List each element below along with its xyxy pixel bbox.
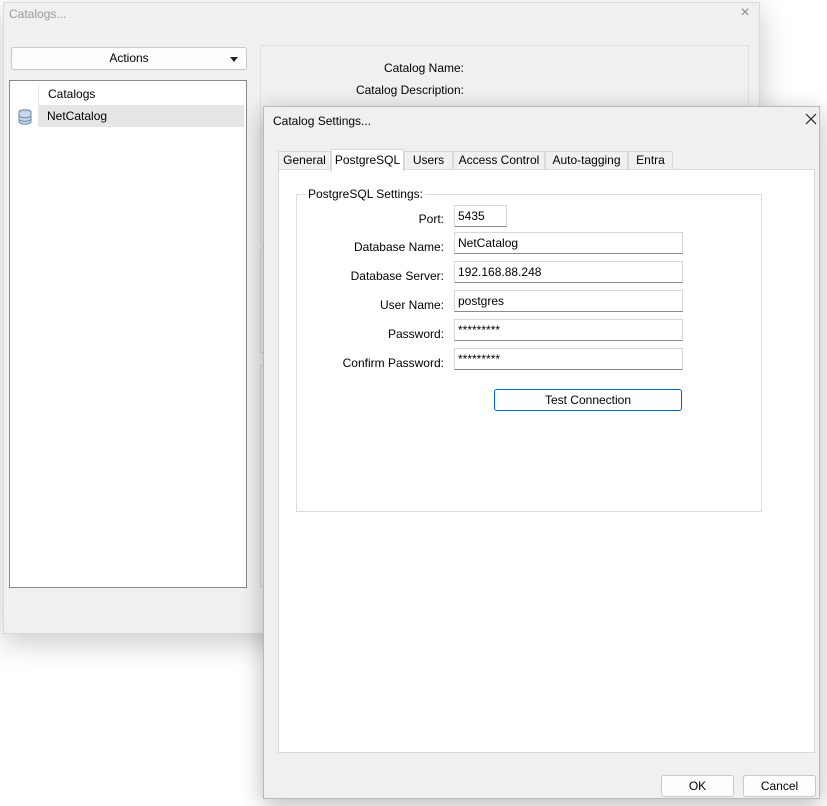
database-icon (18, 109, 32, 125)
ok-button[interactable]: OK (661, 775, 734, 797)
confirm-password-input[interactable] (454, 348, 683, 370)
database-name-label: Database Name: (353, 240, 444, 254)
user-name-input[interactable] (454, 290, 683, 312)
caret-down-icon (230, 57, 238, 62)
dialog-title: Catalog Settings... (273, 114, 372, 128)
catalog-description-label: Catalog Description: (355, 83, 464, 97)
user-name-label: User Name: (379, 298, 444, 312)
port-input[interactable] (454, 205, 507, 227)
postgresql-tab-page: Port: Database Name: Database Server: Us… (278, 169, 815, 753)
postgresql-settings-title: PostgreSQL Settings: (306, 187, 425, 201)
catalogs-tree[interactable]: Catalogs NetCatalog (9, 80, 247, 588)
cancel-button[interactable]: Cancel (743, 775, 816, 797)
test-connection-button[interactable]: Test Connection (494, 389, 682, 411)
tab-auto-tagging[interactable]: Auto-tagging (545, 151, 628, 170)
tab-postgresql[interactable]: PostgreSQL (331, 149, 404, 172)
tab-access-control[interactable]: Access Control (453, 151, 545, 170)
port-label: Port: (418, 212, 444, 226)
tree-column-header[interactable]: Catalogs (38, 83, 244, 105)
actions-label: Actions (109, 51, 149, 65)
catalog-settings-dialog: Catalog Settings... General PostgreSQL U… (263, 106, 820, 799)
close-icon[interactable]: × (737, 3, 753, 23)
tab-users[interactable]: Users (404, 151, 453, 170)
postgresql-settings-group: Port: Database Name: Database Server: Us… (296, 194, 762, 512)
tree-item-netcatalog[interactable]: NetCatalog (38, 105, 244, 127)
database-name-input[interactable] (454, 232, 683, 254)
tab-general[interactable]: General (278, 151, 331, 170)
database-server-label: Database Server: (350, 269, 444, 283)
actions-dropdown-button[interactable]: Actions (11, 47, 247, 70)
database-server-input[interactable] (454, 261, 683, 283)
password-label: Password: (387, 327, 444, 341)
catalog-name-label: Catalog Name: (383, 61, 464, 75)
confirm-password-label: Confirm Password: (342, 356, 444, 370)
close-icon[interactable] (803, 111, 819, 127)
tab-entra[interactable]: Entra (628, 151, 673, 170)
password-input[interactable] (454, 319, 683, 341)
catalogs-window-title: Catalogs... (9, 7, 67, 21)
